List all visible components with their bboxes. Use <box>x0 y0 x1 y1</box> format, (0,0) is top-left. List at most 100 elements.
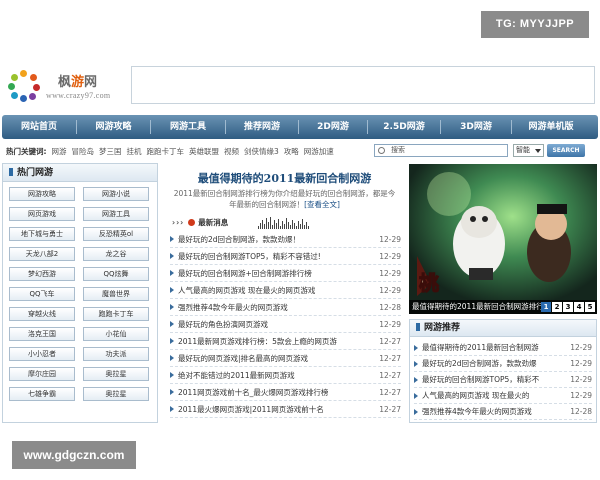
nav-item[interactable]: 推荐网游 <box>226 115 298 139</box>
hot-game-button[interactable]: 洛克王国 <box>9 327 75 341</box>
list-item-title[interactable]: 2011最火爆网页游戏|2011网页游戏前十名 <box>178 404 375 415</box>
nav-item[interactable]: 3D网游 <box>441 115 511 139</box>
nav-item[interactable]: 网游单机版 <box>512 115 590 139</box>
hot-game-button[interactable]: 网游工具 <box>83 207 149 221</box>
hot-game-button[interactable]: 奥拉星 <box>83 367 149 381</box>
list-item[interactable]: 最好玩的回合制网游TOP5，精彩不 12-29 <box>414 372 592 388</box>
wave-bar <box>306 222 308 229</box>
list-item-title[interactable]: 2011最新网页游戏排行榜：5款会上瘾的网页游 <box>178 336 375 347</box>
list-item[interactable]: 最值得期待的2011最新回合制网游 12-29 <box>414 340 592 356</box>
list-item-title[interactable]: 强烈推荐4款今年最火的网页游戏 <box>178 302 375 313</box>
nav-item[interactable]: 网站首页 <box>2 115 76 139</box>
list-item-title[interactable]: 最好玩的2d回合制网游，款款劲爆 <box>422 358 566 369</box>
hot-game-button[interactable]: 小小忍者 <box>9 347 75 361</box>
search-type-select[interactable]: 智能 <box>513 144 544 157</box>
list-item[interactable]: 人气最高的网页游戏 现在最火的 12-29 <box>414 388 592 404</box>
hot-game-button[interactable]: 摩尔庄园 <box>9 367 75 381</box>
list-item-title[interactable]: 人气最高的网页游戏 现在最火的 <box>422 390 566 401</box>
hot-game-button[interactable]: 梦幻西游 <box>9 267 75 281</box>
hot-game-button[interactable]: 穿越火线 <box>9 307 75 321</box>
wave-bar <box>300 224 302 229</box>
hot-game-button[interactable]: 跑跑卡丁车 <box>83 307 149 321</box>
read-more-link[interactable]: [查看全文] <box>304 200 340 209</box>
slide-number-button[interactable]: 4 <box>574 302 584 312</box>
featured-title[interactable]: 最值得期待的2011最新回合制网游 <box>164 162 405 188</box>
list-item[interactable]: 最好玩的回合制网游+回合制网游排行榜 12-29 <box>170 265 401 282</box>
list-item[interactable]: 最好玩的回合制网游TOP5，精彩不容错过! 12-29 <box>170 248 401 265</box>
hot-game-button[interactable]: 天龙八部2 <box>9 247 75 261</box>
keyword-link[interactable]: 攻略 <box>284 146 299 157</box>
arrow-right-icon <box>414 376 418 383</box>
list-item[interactable]: 强烈推荐4款今年最火的网页游戏 12-28 <box>414 404 592 420</box>
list-item[interactable]: 最好玩的2d回合制网游，款款劲爆！ 12-29 <box>170 231 401 248</box>
list-item-title[interactable]: 强烈推荐4款今年最火的网页游戏 <box>422 406 566 417</box>
keyword-link[interactable]: 挂机 <box>127 146 142 157</box>
list-item[interactable]: 最好玩的网页游戏|排名最高的网页游戏 12-27 <box>170 350 401 367</box>
slide-number-button[interactable]: 2 <box>552 302 562 312</box>
list-item[interactable]: 2011最新网页游戏排行榜：5款会上瘾的网页游 12-27 <box>170 333 401 350</box>
list-item-title[interactable]: 2011网页游戏前十名_最火爆网页游戏排行榜 <box>178 387 375 398</box>
search-button[interactable]: SEARCH <box>547 144 585 157</box>
hot-game-button[interactable]: QQ飞车 <box>9 287 75 301</box>
search-input[interactable]: 搜索 <box>374 144 508 157</box>
list-item[interactable]: 最好玩的角色扮演网页游戏 12-29 <box>170 316 401 333</box>
top-banner-ad[interactable] <box>131 66 595 104</box>
header-marker-icon <box>416 323 420 331</box>
nav-item[interactable]: 2.5D网游 <box>368 115 440 139</box>
hot-game-button[interactable]: 龙之谷 <box>83 247 149 261</box>
slide-number-button[interactable]: 5 <box>585 302 595 312</box>
list-item-date: 12-29 <box>570 391 592 400</box>
nav-item[interactable]: 网游攻略 <box>77 115 150 139</box>
keyword-link[interactable]: 冒险岛 <box>72 146 95 157</box>
keyword-link[interactable]: 剑侠情缘3 <box>244 146 279 157</box>
arrow-right-icon <box>170 355 174 361</box>
arrow-right-icon <box>414 392 418 399</box>
keyword-link[interactable]: 网游加速 <box>304 146 334 157</box>
list-item-date: 12-27 <box>379 404 401 414</box>
hot-game-button[interactable]: 奥拉星 <box>83 387 149 401</box>
nav-item[interactable]: 网游工具 <box>151 115 225 139</box>
hot-game-button[interactable]: 网游攻略 <box>9 187 75 201</box>
list-item-title[interactable]: 最好玩的回合制网游+回合制网游排行榜 <box>178 268 375 279</box>
list-item[interactable]: 绝对不能错过的2011最新网页游戏 12-27 <box>170 367 401 384</box>
list-item-title[interactable]: 最好玩的角色扮演网页游戏 <box>178 319 375 330</box>
list-item[interactable]: 2011网页游戏前十名_最火爆网页游戏排行榜 12-27 <box>170 384 401 401</box>
list-item-date: 12-27 <box>379 353 401 363</box>
list-item-title[interactable]: 绝对不能错过的2011最新网页游戏 <box>178 370 375 381</box>
hot-games-title: 热门网游 <box>17 168 54 178</box>
search-icon <box>378 147 385 154</box>
list-item[interactable]: 最好玩的2d回合制网游，款款劲爆 12-29 <box>414 356 592 372</box>
hot-game-button[interactable]: 网页游戏 <box>9 207 75 221</box>
hot-games-panel: 热门网游 网游攻略 网游小说 网页游戏 网游工具 地下城与勇士 反恐精英ol 天龙八部2 龙之… <box>2 163 158 423</box>
keyword-link[interactable]: 梦三国 <box>99 146 122 157</box>
list-item[interactable]: 人气最高的网页游戏 现在最火的网页游戏 12-29 <box>170 282 401 299</box>
featured-slideshow[interactable]: 桃 最值得期待的2011最新回合制网游排行 12345 <box>409 164 597 314</box>
site-logo[interactable]: 枫游网 www.crazy97.com <box>8 68 126 102</box>
list-item-title[interactable]: 最值得期待的2011最新回合制网游 <box>422 342 566 353</box>
wave-bar <box>286 218 288 229</box>
list-item-title[interactable]: 最好玩的2d回合制网游，款款劲爆！ <box>178 234 375 245</box>
keyword-link[interactable]: 视频 <box>224 146 239 157</box>
list-item[interactable]: 强烈推荐4款今年最火的网页游戏 12-28 <box>170 299 401 316</box>
slide-number-button[interactable]: 3 <box>563 302 573 312</box>
hot-game-button[interactable]: 小花仙 <box>83 327 149 341</box>
hot-game-button[interactable]: 七雄争霸 <box>9 387 75 401</box>
hot-game-button[interactable]: QQ炫舞 <box>83 267 149 281</box>
hot-game-button[interactable]: 网游小说 <box>83 187 149 201</box>
slide-number-button[interactable]: 1 <box>541 302 551 312</box>
hot-game-button[interactable]: 地下城与勇士 <box>9 227 75 241</box>
hot-game-button[interactable]: 魔兽世界 <box>83 287 149 301</box>
hot-game-button[interactable]: 反恐精英ol <box>83 227 149 241</box>
list-item-title[interactable]: 最好玩的回合制网游TOP5，精彩不 <box>422 374 566 385</box>
hot-game-button[interactable]: 功夫派 <box>83 347 149 361</box>
nav-item[interactable]: 2D网游 <box>299 115 367 139</box>
keyword-link[interactable]: 英雄联盟 <box>189 146 219 157</box>
arrow-right-icon <box>170 321 174 327</box>
list-item-title[interactable]: 最好玩的回合制网游TOP5，精彩不容错过! <box>178 251 375 262</box>
list-item-title[interactable]: 人气最高的网页游戏 现在最火的网页游戏 <box>178 285 375 296</box>
list-item[interactable]: 2011最火爆网页游戏|2011网页游戏前十名 12-27 <box>170 401 401 418</box>
list-item-date: 12-29 <box>570 375 592 384</box>
keyword-link[interactable]: 网游 <box>52 146 67 157</box>
keyword-link[interactable]: 跑跑卡丁车 <box>147 146 185 157</box>
list-item-title[interactable]: 最好玩的网页游戏|排名最高的网页游戏 <box>178 353 375 364</box>
